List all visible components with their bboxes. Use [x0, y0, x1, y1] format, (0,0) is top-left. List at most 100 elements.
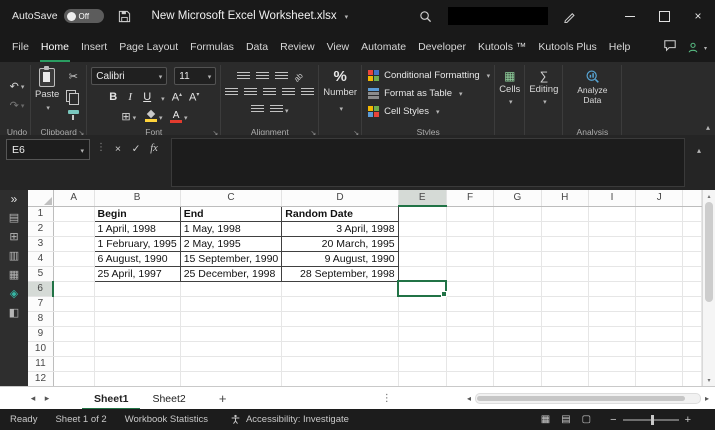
align-center-button[interactable] — [244, 88, 257, 97]
row-header-8[interactable]: 8 — [28, 311, 53, 326]
maximize-button[interactable] — [647, 0, 681, 32]
align-bottom-button[interactable] — [275, 72, 288, 81]
row-header-11[interactable]: 11 — [28, 356, 53, 371]
cell-B8[interactable] — [94, 311, 180, 326]
scroll-down-icon[interactable]: ▾ — [707, 375, 710, 385]
scroll-right-icon[interactable]: ▸ — [705, 394, 709, 403]
cell-I12[interactable] — [588, 371, 635, 386]
cell-B11[interactable] — [94, 356, 180, 371]
column-header-I[interactable]: I — [588, 190, 635, 206]
align-middle-button[interactable] — [256, 72, 269, 81]
cell-F6[interactable] — [446, 281, 493, 296]
font-family-select[interactable]: Calibri — [91, 67, 167, 85]
menu-tab-formulas[interactable]: Formulas — [184, 32, 240, 62]
autosave-pill[interactable]: Off — [64, 9, 104, 23]
cell-B6[interactable] — [94, 281, 180, 296]
cell-C8[interactable] — [180, 311, 282, 326]
normal-view-button[interactable]: ▦ — [541, 414, 550, 425]
kutools-pane-icon-4[interactable]: ▦ — [9, 270, 19, 281]
borders-button[interactable]: ⊞ — [120, 109, 138, 124]
menu-tab-data[interactable]: Data — [240, 32, 274, 62]
cell-C9[interactable] — [180, 326, 282, 341]
cell-E6[interactable] — [398, 281, 446, 296]
redo-button[interactable]: ↷ — [8, 98, 26, 113]
undo-button[interactable]: ↶ — [8, 79, 26, 94]
cell-H5[interactable] — [541, 266, 588, 281]
row-header-4[interactable]: 4 — [28, 251, 53, 266]
horizontal-scroll-thumb[interactable] — [477, 396, 685, 401]
cell-E10[interactable] — [398, 341, 446, 356]
horizontal-scroll-track[interactable] — [475, 393, 701, 404]
zoom-in-button[interactable]: + — [685, 414, 691, 426]
cell-F10[interactable] — [446, 341, 493, 356]
cell-G6[interactable] — [494, 281, 541, 296]
cell-C1[interactable]: End — [180, 206, 282, 221]
row-header-9[interactable]: 9 — [28, 326, 53, 341]
cell-E8[interactable] — [398, 311, 446, 326]
cell-A3[interactable] — [53, 236, 94, 251]
scroll-up-icon[interactable]: ▴ — [707, 191, 710, 201]
column-header-C[interactable]: C — [180, 190, 282, 206]
cell-F2[interactable] — [446, 221, 493, 236]
sheet-tab-sheet1[interactable]: Sheet1 — [82, 387, 140, 410]
cell-F8[interactable] — [446, 311, 493, 326]
cell-A1[interactable] — [53, 206, 94, 221]
comments-button[interactable] — [663, 39, 677, 55]
cell-I9[interactable] — [588, 326, 635, 341]
align-right-button[interactable] — [263, 88, 276, 97]
cell-E5[interactable] — [398, 266, 446, 281]
cell-G9[interactable] — [494, 326, 541, 341]
cell-I10[interactable] — [588, 341, 635, 356]
save-button[interactable] — [112, 3, 138, 29]
cell-I6[interactable] — [588, 281, 635, 296]
cell-styles-button[interactable]: Cell Styles — [366, 102, 439, 120]
kutools-pane-icon-6[interactable]: ◧ — [9, 308, 19, 319]
cell-D12[interactable] — [282, 371, 398, 386]
cell-E2[interactable] — [398, 221, 446, 236]
menu-tab-review[interactable]: Review — [274, 32, 320, 62]
cell-D10[interactable] — [282, 341, 398, 356]
cell-F12[interactable] — [446, 371, 493, 386]
paste-button[interactable]: Paste — [35, 66, 59, 125]
cell-H6[interactable] — [541, 281, 588, 296]
cell-B1[interactable]: Begin — [94, 206, 180, 221]
cell-D2[interactable]: 3 April, 1998 — [282, 221, 398, 236]
cell-B5[interactable]: 25 April, 1997 — [94, 266, 180, 281]
column-header-H[interactable]: H — [541, 190, 588, 206]
share-button[interactable] — [686, 41, 707, 54]
percent-style-icon[interactable]: % — [334, 68, 347, 85]
orientation-button[interactable]: ab — [294, 67, 303, 85]
cell-D4[interactable]: 9 August, 1990 — [282, 251, 398, 266]
cell-B2[interactable]: 1 April, 1998 — [94, 221, 180, 236]
sheet-info[interactable]: Sheet 1 of 2 — [55, 414, 106, 425]
cell-G2[interactable] — [494, 221, 541, 236]
cell-G5[interactable] — [494, 266, 541, 281]
search-button[interactable] — [412, 3, 438, 29]
horizontal-scrollbar[interactable]: ◂ ▸ — [467, 393, 709, 404]
cell-I8[interactable] — [588, 311, 635, 326]
cell-I7[interactable] — [588, 296, 635, 311]
cell-A6[interactable] — [53, 281, 94, 296]
column-header-E[interactable]: E — [398, 190, 446, 206]
cell-F11[interactable] — [446, 356, 493, 371]
zoom-out-button[interactable]: − — [610, 414, 616, 426]
cell-A8[interactable] — [53, 311, 94, 326]
cell-I3[interactable] — [588, 236, 635, 251]
cell-G8[interactable] — [494, 311, 541, 326]
cell-J7[interactable] — [636, 296, 683, 311]
cell-I11[interactable] — [588, 356, 635, 371]
cell-D11[interactable] — [282, 356, 398, 371]
cell-J12[interactable] — [636, 371, 683, 386]
cell-A10[interactable] — [53, 341, 94, 356]
row-header-2[interactable]: 2 — [28, 221, 53, 236]
underline-button[interactable]: U — [142, 91, 152, 103]
menu-tab-help[interactable]: Help — [603, 32, 637, 62]
column-header-J[interactable]: J — [636, 190, 683, 206]
next-sheet-icon[interactable]: ▸ — [40, 393, 54, 404]
kutools-pane-icon-1[interactable]: ▤ — [9, 213, 19, 224]
align-top-button[interactable] — [237, 72, 250, 81]
kutools-pane-icon-2[interactable]: ⊞ — [9, 232, 18, 243]
cell-F3[interactable] — [446, 236, 493, 251]
cell-H7[interactable] — [541, 296, 588, 311]
merge-center-button[interactable] — [270, 100, 289, 118]
